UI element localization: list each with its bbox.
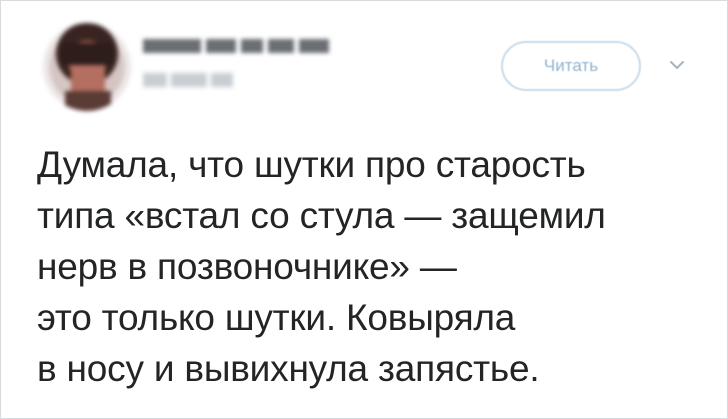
avatar-pixel-block <box>71 65 105 91</box>
username-blurred[interactable] <box>143 73 233 87</box>
tweet-text: Думала, что шутки про старость типа «вст… <box>37 139 707 394</box>
avatar[interactable] <box>43 23 131 111</box>
tweet-text-line: типа «встал со стула — защемил <box>37 195 606 236</box>
tweet-text-line: это только шутки. Ковыряла <box>37 297 516 338</box>
tweet-text-line: нерв в позвоночнике» — <box>37 246 457 287</box>
follow-button[interactable]: Читать <box>501 41 641 91</box>
chevron-down-icon[interactable] <box>667 57 687 73</box>
tweet-text-line: в носу и вывихнула запястье. <box>37 348 540 389</box>
avatar-pixel-block <box>61 43 113 65</box>
tweet-text-line: Думала, что шутки про старость <box>37 144 586 185</box>
tweet-card: Читать Думала, что шутки про старость ти… <box>0 0 728 419</box>
display-name-blurred[interactable] <box>143 39 329 53</box>
avatar-pixel-block <box>65 91 111 111</box>
